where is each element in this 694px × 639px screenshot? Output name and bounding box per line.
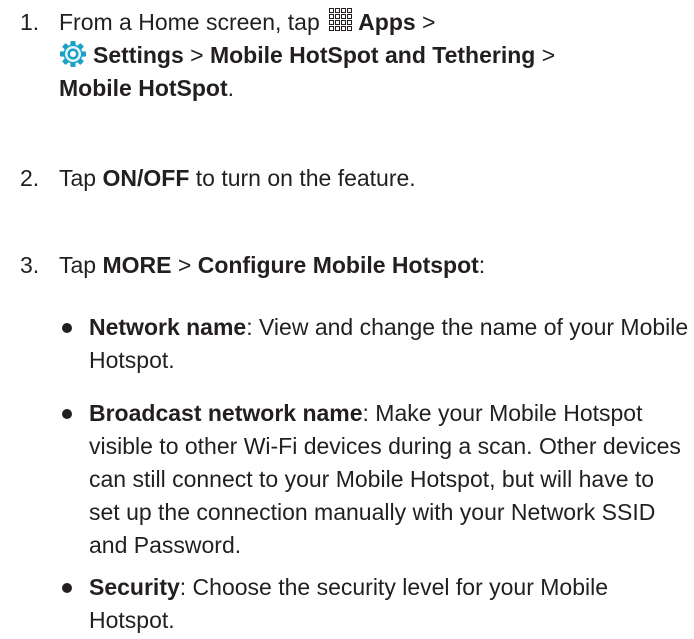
more-label: MORE [102, 252, 172, 278]
bullet-security: Security: Choose the security level for … [62, 571, 682, 639]
separator: > [183, 42, 210, 68]
step-text: Tap MORE > Configure Mobile Hotspot: [59, 249, 691, 282]
step-2: 2. Tap ON/OFF to turn on the feature. [20, 162, 680, 196]
bullet-dot [62, 323, 72, 333]
step-line-1: From a Home screen, tap Apps > [59, 6, 691, 39]
bullet-term: Network name [89, 314, 247, 340]
separator: > [171, 252, 198, 278]
bullet-broadcast-network-name: Broadcast network name: Make your Mobile… [62, 397, 682, 567]
step-outro: to turn on the feature. [189, 165, 416, 191]
period: . [227, 75, 235, 101]
step-line-3: Mobile HotSpot. [59, 72, 691, 105]
colon: : [478, 252, 486, 278]
step-intro: Tap [59, 252, 103, 278]
step-number: 3. [20, 252, 40, 278]
hotspot-tethering-label: Mobile HotSpot and Tethering [209, 42, 536, 68]
step-intro: Tap [59, 165, 103, 191]
bullet-dot [62, 583, 72, 593]
mobile-hotspot-label: Mobile HotSpot [59, 75, 228, 101]
step-text: Tap ON/OFF to turn on the feature. [59, 162, 691, 195]
bullet-term: Security [89, 574, 180, 600]
separator: > [415, 9, 436, 35]
on-off-label: ON/OFF [102, 165, 190, 191]
bullet-term: Broadcast network name [89, 400, 363, 426]
separator: > [535, 42, 556, 68]
settings-gear-icon [59, 40, 87, 68]
bullet-dot [62, 409, 72, 419]
step-line-2: Settings > Mobile HotSpot and Tethering … [59, 39, 691, 72]
bullet-network-name: Network name: View and change the name o… [62, 311, 688, 379]
step-1: 1. From a Home screen, tap Apps > Settin… [20, 6, 680, 110]
step-number: 1. [20, 9, 40, 35]
step-text: From a Home screen, tap Apps > Settings … [59, 6, 691, 105]
bullet-text: Broadcast network name: Make your Mobile… [89, 397, 689, 562]
bullet-text: Network name: View and change the name o… [89, 311, 689, 377]
step-number: 2. [20, 165, 40, 191]
apps-label: Apps [358, 9, 416, 35]
bullet-text: Security: Choose the security level for … [89, 571, 689, 637]
settings-label: Settings [93, 42, 184, 68]
step-3: 3. Tap MORE > Configure Mobile Hotspot: [20, 249, 680, 283]
step-intro: From a Home screen, tap [59, 9, 327, 35]
configure-hotspot-label: Configure Mobile Hotspot [197, 252, 479, 278]
apps-grid-icon [328, 7, 354, 33]
